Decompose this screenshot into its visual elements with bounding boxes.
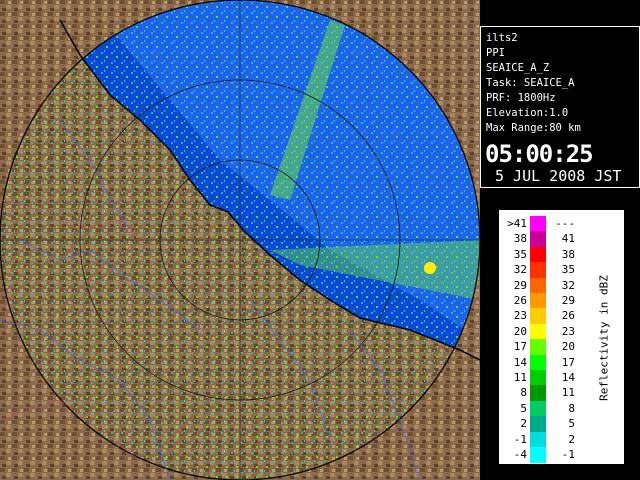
legend-color-swatch xyxy=(530,293,546,309)
legend-right-label: 2 xyxy=(568,432,575,446)
legend-color-swatch xyxy=(530,354,546,371)
info-max-range: Max Range:80 km xyxy=(486,122,581,134)
legend-color-swatch xyxy=(530,370,546,386)
legend-color-swatch xyxy=(530,246,546,263)
legend-right-label: 38 xyxy=(561,247,575,261)
legend-left-label: 20 xyxy=(513,324,527,338)
legend-color-swatch xyxy=(530,447,546,463)
legend-right-label: 32 xyxy=(561,278,575,292)
legend-left-label: 14 xyxy=(513,355,527,369)
legend-color-swatch xyxy=(530,262,546,279)
legend-right-label: -1 xyxy=(561,448,575,461)
legend-color-swatch xyxy=(530,277,546,294)
legend-left-label: 35 xyxy=(513,247,527,261)
legend-color-swatch xyxy=(530,385,546,402)
legend-left-label: -1 xyxy=(513,432,527,446)
radar-info-panel: ilts2 PPI SEAICE_A_Z Task: SEAICE_A PRF:… xyxy=(480,26,640,188)
legend-right-label: 41 xyxy=(561,232,575,246)
legend-left-label: >41 xyxy=(507,217,527,230)
info-task: Task: SEAICE_A xyxy=(486,77,575,89)
legend-left-label: 17 xyxy=(513,340,527,354)
echo-cell-east xyxy=(424,262,436,274)
legend-left-label: 32 xyxy=(513,263,527,277)
legend-color-swatch xyxy=(530,308,546,325)
legend-left-label: 5 xyxy=(520,401,527,415)
legend-right-label: 26 xyxy=(561,309,575,323)
legend-right-label: 20 xyxy=(561,340,575,354)
legend-right-label: 35 xyxy=(561,263,575,277)
legend-left-label: 29 xyxy=(513,278,527,292)
legend-left-label: 23 xyxy=(513,309,527,323)
legend-right-label: 17 xyxy=(561,355,575,369)
legend-left-label: 2 xyxy=(520,417,527,431)
legend-color-swatch xyxy=(530,231,546,248)
legend-left-label: 26 xyxy=(513,294,527,307)
legend-color-swatch xyxy=(530,400,546,417)
info-product: SEAICE_A_Z xyxy=(486,62,550,74)
legend-left-label: 11 xyxy=(513,371,527,384)
legend-left-label: 38 xyxy=(513,232,527,246)
legend-right-label: --- xyxy=(555,217,575,230)
legend-color-swatch xyxy=(530,339,546,356)
legend-color-swatch xyxy=(530,416,546,433)
legend-left-label: 8 xyxy=(520,386,527,400)
legend-title-text: Reflectivity in dBZ xyxy=(597,275,611,401)
info-prf: PRF: 1800Hz xyxy=(486,92,556,104)
legend-right-label: 11 xyxy=(561,386,575,400)
reflectivity-legend: >41 --- 38 41 35 38 32 35 29 32 26 29 23 26 20 23 17 20 14… xyxy=(498,209,625,465)
info-site: ilts2 xyxy=(486,32,518,44)
legend-right-label: 14 xyxy=(561,371,575,384)
legend-right-label: 29 xyxy=(561,294,575,307)
info-elevation: Elevation:1.0 xyxy=(486,107,569,119)
date-display: 5 JUL 2008 JST xyxy=(495,167,622,185)
legend-color-swatch xyxy=(530,431,546,448)
legend-left-label: -4 xyxy=(513,448,527,461)
legend-title: Reflectivity in dBZ xyxy=(591,210,617,466)
legend-right-label: 8 xyxy=(568,401,575,415)
legend-color-swatch xyxy=(530,216,546,232)
legend-color-swatch xyxy=(530,323,546,340)
legend-right-label: 5 xyxy=(568,417,575,431)
info-scan-type: PPI xyxy=(486,47,505,59)
legend-right-label: 23 xyxy=(561,324,575,338)
time-display: 05:00:25 xyxy=(485,140,594,168)
